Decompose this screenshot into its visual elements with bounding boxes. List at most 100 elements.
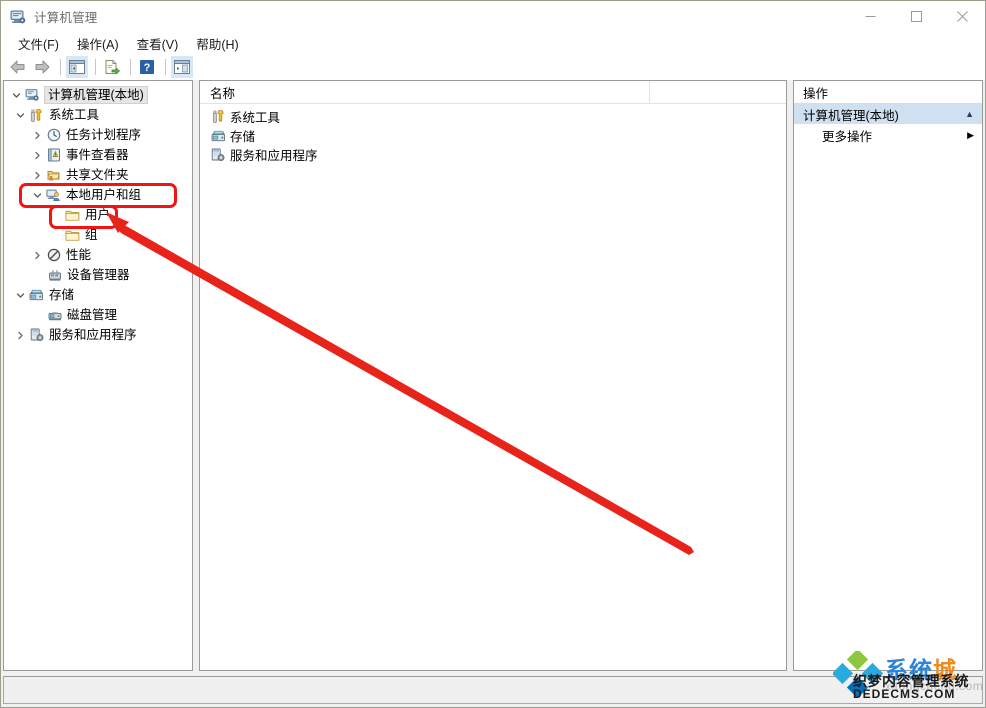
- list-item[interactable]: 系统工具: [200, 107, 786, 126]
- list-item-label: 存储: [230, 130, 256, 144]
- computer-management-icon: [9, 8, 27, 26]
- tree-node-event-viewer[interactable]: 事件查看器: [4, 145, 192, 165]
- system-tools-icon: [28, 107, 45, 123]
- tree-node-groups[interactable]: 组: [4, 225, 192, 245]
- disk-management-icon: [46, 307, 63, 323]
- list-column-header: 名称: [200, 81, 786, 104]
- actions-pane: 操作 计算机管理(本地) ▲ 更多操作 ▶: [793, 80, 983, 671]
- folder-icon: [64, 227, 81, 243]
- console-tree-pane: 计算机管理(本地) 系统工具 任务计划程序 事件查看器 共享文件夹 本地用户和组…: [3, 80, 193, 671]
- chevron-right-icon[interactable]: [12, 327, 28, 343]
- chevron-down-icon[interactable]: [8, 87, 24, 103]
- tree-node-label: 设备管理器: [67, 268, 130, 282]
- main-list-pane: 名称 系统工具 存储 服务和应用程序: [199, 80, 787, 671]
- watermark: 系统城 xitongcheng.com 织梦内容管理系统 DEDECMS.COM: [833, 649, 986, 701]
- menu-file[interactable]: 文件(F): [9, 32, 68, 55]
- tree-node-shared-folders[interactable]: 共享文件夹: [4, 165, 192, 185]
- show-hide-console-tree-button[interactable]: [66, 56, 88, 78]
- list-item[interactable]: 存储: [200, 126, 786, 145]
- column-divider[interactable]: [649, 81, 650, 103]
- chevron-right-icon: ▶: [967, 129, 974, 140]
- list-item-label: 服务和应用程序: [230, 149, 318, 163]
- tree-node-label: 磁盘管理: [67, 308, 118, 322]
- action-more-actions[interactable]: 更多操作 ▶: [794, 124, 982, 146]
- clock-icon: [45, 127, 62, 143]
- chevron-right-icon[interactable]: [29, 147, 45, 163]
- column-header-name[interactable]: 名称: [200, 83, 235, 102]
- svg-text:?: ?: [144, 62, 151, 74]
- chevron-down-icon[interactable]: [12, 107, 28, 123]
- chevron-right-icon[interactable]: [29, 127, 45, 143]
- list-item-label: 系统工具: [230, 111, 281, 125]
- tree-node-label: 组: [85, 228, 98, 242]
- tree-node-label: 服务和应用程序: [49, 328, 137, 342]
- window-controls: [847, 1, 985, 32]
- tree-node-label: 性能: [66, 248, 92, 262]
- tree-node-label: 事件查看器: [66, 148, 129, 162]
- tree-node-label: 存储: [49, 288, 75, 302]
- chevron-down-icon[interactable]: [12, 287, 28, 303]
- maximize-button[interactable]: [893, 1, 939, 32]
- export-list-button[interactable]: [101, 56, 123, 78]
- local-users-groups-icon: [45, 187, 62, 203]
- tree-node-label: 系统工具: [49, 108, 100, 122]
- tree-node-label: 用户: [85, 208, 111, 222]
- help-button[interactable]: ?: [136, 56, 158, 78]
- actions-pane-header: 操作: [794, 81, 982, 104]
- list-item[interactable]: 服务和应用程序: [200, 145, 786, 164]
- chevron-right-icon[interactable]: [29, 167, 45, 183]
- menu-bar: 文件(F) 操作(A) 查看(V) 帮助(H): [1, 32, 985, 54]
- tree-node-computer-management-root[interactable]: 计算机管理(本地): [4, 85, 192, 105]
- chevron-up-icon[interactable]: ▲: [965, 109, 974, 119]
- tree-node-label: 计算机管理(本地): [44, 86, 148, 104]
- tree-node-storage[interactable]: 存储: [4, 285, 192, 305]
- action-item-label: 更多操作: [822, 129, 873, 144]
- storage-icon: [209, 128, 227, 144]
- actions-group-label: 计算机管理(本地): [803, 108, 899, 123]
- menu-help[interactable]: 帮助(H): [187, 32, 247, 55]
- toolbar-separator: [95, 59, 96, 75]
- device-manager-icon: [46, 267, 63, 283]
- tree-node-device-manager[interactable]: 设备管理器: [4, 265, 192, 285]
- forward-button[interactable]: [31, 56, 53, 78]
- tree-node-label: 共享文件夹: [66, 168, 129, 182]
- computer-icon: [24, 87, 41, 103]
- performance-icon: [45, 247, 62, 263]
- tree-node-system-tools[interactable]: 系统工具: [4, 105, 192, 125]
- show-hide-action-pane-button[interactable]: [171, 56, 193, 78]
- shared-folder-icon: [45, 167, 62, 183]
- minimize-button[interactable]: [847, 1, 893, 32]
- watermark-overlay-url: DEDECMS.COM: [853, 687, 956, 701]
- tree-node-services-and-applications[interactable]: 服务和应用程序: [4, 325, 192, 345]
- list-body: 系统工具 存储 服务和应用程序: [200, 104, 786, 164]
- chevron-down-icon[interactable]: [29, 187, 45, 203]
- toolbar-separator: [165, 59, 166, 75]
- storage-icon: [28, 287, 45, 303]
- tree-node-local-users-and-groups[interactable]: 本地用户和组: [4, 185, 192, 205]
- close-button[interactable]: [939, 1, 985, 32]
- tree-node-disk-management[interactable]: 磁盘管理: [4, 305, 192, 325]
- back-button[interactable]: [7, 56, 29, 78]
- tree-node-task-scheduler[interactable]: 任务计划程序: [4, 125, 192, 145]
- chevron-right-icon[interactable]: [29, 247, 45, 263]
- console-tree: 计算机管理(本地) 系统工具 任务计划程序 事件查看器 共享文件夹 本地用户和组…: [4, 81, 192, 345]
- system-tools-icon: [209, 109, 227, 125]
- content-area: 计算机管理(本地) 系统工具 任务计划程序 事件查看器 共享文件夹 本地用户和组…: [3, 80, 983, 671]
- toolbar-separator: [60, 59, 61, 75]
- menu-view[interactable]: 查看(V): [128, 32, 188, 55]
- folder-icon: [64, 207, 81, 223]
- toolbar-separator: [130, 59, 131, 75]
- event-viewer-icon: [45, 147, 62, 163]
- tree-node-label: 本地用户和组: [66, 188, 142, 202]
- tree-node-label: 任务计划程序: [66, 128, 142, 142]
- actions-group-computer-management[interactable]: 计算机管理(本地) ▲: [794, 104, 982, 124]
- menu-action[interactable]: 操作(A): [68, 32, 128, 55]
- services-apps-icon: [28, 327, 45, 343]
- title-bar: 计算机管理: [1, 1, 985, 32]
- services-apps-icon: [209, 147, 227, 163]
- tree-node-performance[interactable]: 性能: [4, 245, 192, 265]
- toolbar: ?: [1, 54, 985, 80]
- window-title: 计算机管理: [34, 11, 98, 25]
- computer-management-window: 计算机管理 文件(F) 操作(A) 查看(V) 帮助(H) ? 计算机管理(本地…: [0, 0, 986, 708]
- tree-node-users[interactable]: 用户: [4, 205, 192, 225]
